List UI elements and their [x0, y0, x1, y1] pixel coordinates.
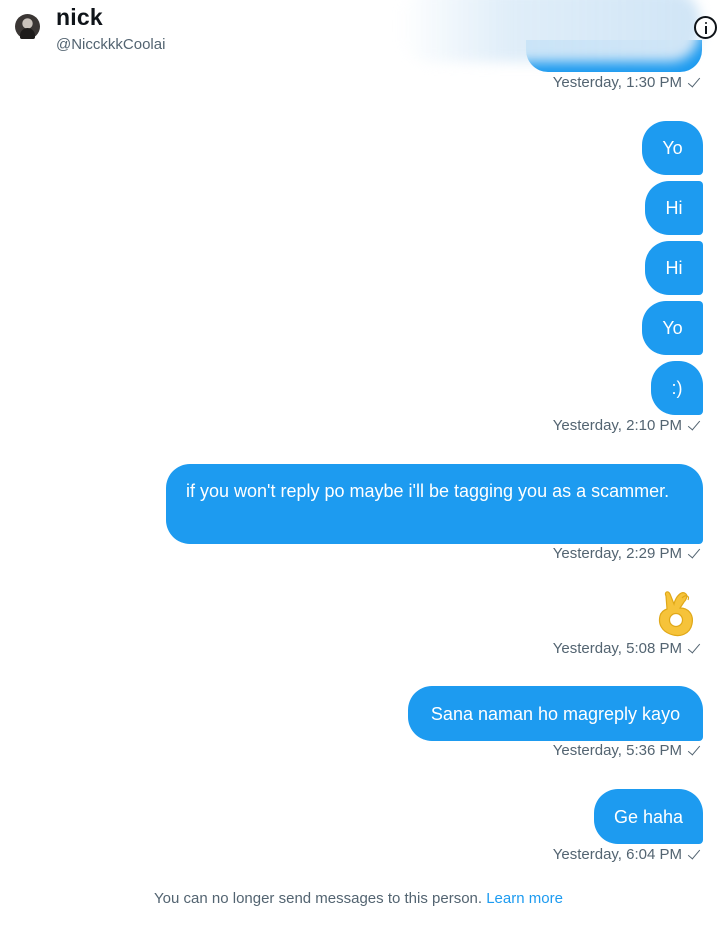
message-timestamp: Yesterday, 5:08 PM [553, 640, 701, 657]
message-bubble[interactable]: Yo [642, 121, 703, 175]
sent-check-icon [687, 76, 701, 90]
message-bubble[interactable]: if you won't reply po maybe i'll be tagg… [166, 464, 703, 544]
message-text: Ge haha [613, 806, 684, 827]
message-timestamp: Yesterday, 5:36 PM [553, 742, 701, 759]
message-timestamp: Yesterday, 2:29 PM [553, 545, 701, 562]
timestamp-text: Yesterday, 2:10 PM [552, 417, 682, 434]
learn-more-link[interactable]: Learn more [486, 890, 563, 907]
message-text: Sana naman ho magreply kayo [430, 703, 681, 724]
notice-text: You can no longer send messages to this … [154, 890, 483, 907]
message-bubble[interactable]: :) [651, 361, 703, 415]
timestamp-text: Yesterday, 6:04 PM [552, 846, 682, 863]
contact-display-name[interactable]: nick [56, 4, 103, 31]
sent-check-icon [687, 744, 701, 758]
avatar[interactable] [15, 14, 40, 39]
timestamp-text: Yesterday, 5:36 PM [552, 742, 682, 759]
message-text: if you won't reply po maybe i'll be tagg… [186, 481, 670, 501]
blurred-region [400, 0, 700, 62]
message-timestamp: Yesterday, 6:04 PM [553, 846, 701, 863]
message-text: Hi [665, 258, 683, 278]
contact-handle[interactable]: @NicckkkCoolai [56, 36, 165, 53]
message-timestamp: Yesterday, 2:10 PM [553, 417, 701, 434]
message-text: Hi [665, 198, 683, 218]
message-text: :) [671, 378, 683, 398]
ok-hand-emoji-icon[interactable] [652, 588, 698, 638]
timestamp-text: Yesterday, 5:08 PM [552, 640, 682, 657]
message-bubble[interactable]: Sana naman ho magreply kayo [408, 686, 703, 741]
messaging-disabled-notice: You can no longer send messages to this … [0, 890, 717, 907]
sent-check-icon [687, 642, 701, 656]
message-text: Yo [662, 138, 683, 158]
message-bubble[interactable]: Yo [642, 301, 703, 355]
timestamp-text: Yesterday, 1:30 PM [552, 74, 682, 91]
sent-check-icon [687, 547, 701, 561]
message-text: Yo [662, 318, 683, 338]
message-bubble[interactable]: Ge haha [594, 789, 703, 844]
message-timestamp: Yesterday, 1:30 PM [553, 74, 701, 91]
sent-check-icon [687, 419, 701, 433]
info-icon[interactable] [694, 16, 717, 39]
message-bubble[interactable]: Hi [645, 241, 703, 295]
message-bubble[interactable]: Hi [645, 181, 703, 235]
sent-check-icon [687, 848, 701, 862]
dm-conversation: nick @NicckkkCoolai Yesterday, 1:30 PM Y… [0, 0, 717, 927]
timestamp-text: Yesterday, 2:29 PM [552, 545, 682, 562]
